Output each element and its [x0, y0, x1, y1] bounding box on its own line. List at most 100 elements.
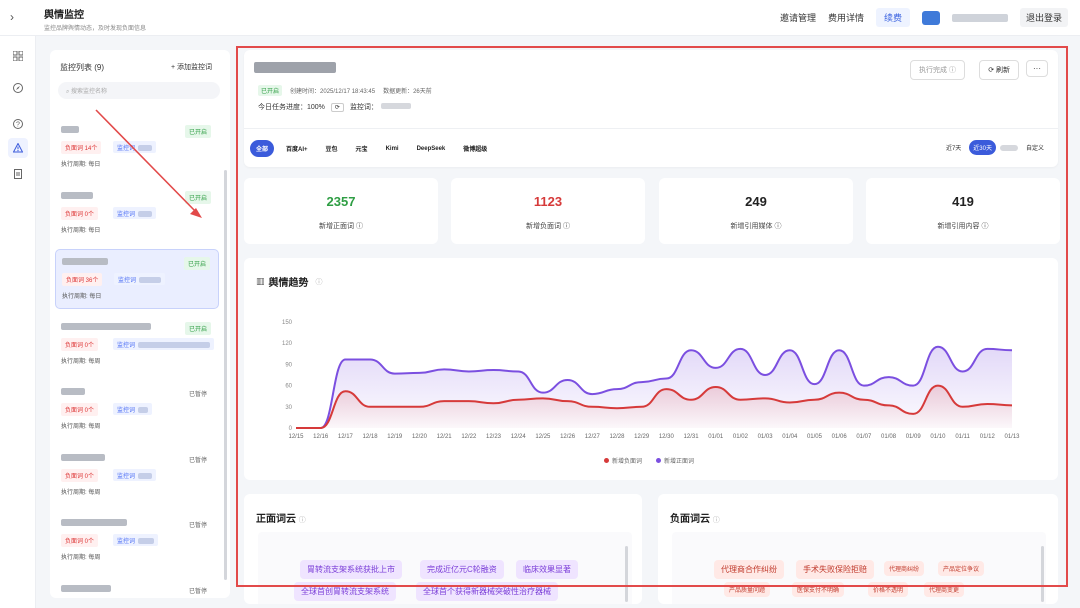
legend-positive[interactable]: 新增正面词	[656, 456, 694, 465]
search-input[interactable]: ⌕ 搜索监控名称	[58, 82, 220, 99]
negative-tag[interactable]: 产品定位争议	[938, 561, 985, 576]
stat-card: 2357 新增正面词 ⓘ	[244, 178, 438, 244]
annotation-arrow	[95, 109, 202, 218]
monitor-card[interactable]: 已开启负面词 36个 监控词执行周期: 每日	[55, 249, 219, 309]
date-range-tabs: 近7天 近30天 自定义	[942, 140, 1048, 155]
period-text: 执行周期: 每周	[61, 555, 101, 561]
negative-tag[interactable]: 产品质量问题	[724, 582, 771, 597]
expand-sidebar-icon[interactable]: ›	[10, 10, 14, 24]
negative-tag[interactable]: 手术失败保险拒赔	[796, 560, 874, 579]
list-scrollbar[interactable]	[224, 170, 227, 580]
monitor-name	[61, 453, 105, 461]
x-tick-label: 01/13	[1004, 434, 1020, 440]
status-badge: 已暂停	[188, 523, 207, 529]
date-range-blurred[interactable]	[999, 144, 1018, 151]
positive-tag[interactable]: 临床效果显著	[516, 560, 578, 579]
x-tick-label: 01/05	[807, 434, 823, 440]
x-tick-label: 12/20	[412, 434, 428, 440]
more-button[interactable]: ···	[1026, 60, 1048, 77]
stat-card: 249 新增引用媒体 ⓘ	[659, 178, 853, 244]
platform-tab[interactable]: 微博超级	[457, 140, 493, 157]
document-icon[interactable]	[8, 164, 28, 184]
keyword-badge: 监控词	[113, 337, 215, 350]
platform-tabs: 全部 百度AI+ 豆包 元宝 Kimi DeepSeek 微博超级	[250, 140, 493, 157]
created-time: 创建时间：2025/12/17 18:43:45	[290, 89, 376, 95]
compass-icon[interactable]	[8, 78, 28, 98]
positive-tag[interactable]: 胃转流支架系统获批上市	[300, 560, 402, 579]
alert-icon[interactable]	[8, 138, 28, 158]
nav-invite-management[interactable]: 邀请管理	[780, 11, 816, 24]
date-range-tab[interactable]: 自定义	[1022, 140, 1048, 155]
negative-tag[interactable]: 医保支付不明确	[792, 582, 845, 597]
execution-complete-button[interactable]: 执行完成 ⓘ	[910, 60, 965, 80]
info-icon[interactable]: ⓘ	[713, 517, 720, 524]
keyword-badge: 监控词	[113, 468, 157, 481]
keyword-badge: 监控词	[114, 273, 166, 285]
negative-tag[interactable]: 代理商纠纷	[884, 561, 925, 576]
cloud-scrollbar[interactable]	[625, 546, 628, 602]
info-icon[interactable]: ⓘ	[299, 517, 306, 524]
x-tick-label: 12/16	[313, 434, 329, 440]
add-monitor-button[interactable]: + 添加监控词	[171, 62, 212, 72]
y-tick-label: 90	[285, 362, 292, 368]
monitor-detail-header: 执行完成 ⓘ ⟳ 刷新 ··· 已开启 创建时间：2025/12/17 18:4…	[244, 50, 1058, 167]
monitor-name	[61, 322, 151, 330]
negative-cloud-card: 负面词云 ⓘ 代理商合作纠纷 手术失败保险拒赔 代理商纠纷 产品定位争议 产品质…	[658, 494, 1058, 604]
y-tick-label: 150	[282, 320, 293, 326]
period-text: 执行周期: 每周	[61, 424, 101, 430]
x-tick-label: 12/22	[461, 434, 477, 440]
refresh-button[interactable]: ⟳ 刷新	[979, 60, 1019, 80]
monitor-card[interactable]: 已暂停 负面词 0个 监控词 执行周期: 每周	[55, 446, 219, 506]
x-tick-label: 12/21	[437, 434, 453, 440]
monitor-card[interactable]: 已开启 负面词 0个 监控词 执行周期: 每周	[55, 315, 219, 375]
trend-card: ▥ 舆情趋势 ⓘ 0 30 60 90 120 150 12/15 12/16 12/17 12/…	[244, 258, 1058, 480]
period-text: 执行周期: 每周	[61, 489, 101, 496]
platform-tab[interactable]: 全部	[250, 140, 275, 157]
monitor-card[interactable]: 已暂停 负面词 0个 监控词 执行周期: 每周	[55, 511, 219, 571]
x-tick-label: 01/07	[856, 434, 872, 440]
positive-tag[interactable]: 全球首个获得新器械突破性治疗器械	[416, 582, 558, 601]
keyword-badge: 监控词	[113, 403, 153, 415]
negative-cloud-title: 负面词云 ⓘ	[670, 514, 720, 525]
platform-tab[interactable]: 百度AI+	[280, 140, 314, 157]
top-nav: 邀请管理 费用详情 续费 退出登录	[780, 8, 1068, 27]
status-badge: 已开启	[183, 257, 210, 270]
monitor-card[interactable]: 已暂停 负面词 0个 监控词 执行周期: 每周	[55, 380, 219, 440]
search-placeholder: 搜索监控名称	[71, 89, 108, 95]
legend-negative[interactable]: 新增负面词	[604, 456, 642, 465]
positive-tag[interactable]: 全球首创胃转流支架系统	[294, 582, 396, 601]
platform-tab[interactable]: Kimi	[380, 142, 405, 156]
logout-button[interactable]: 退出登录	[1019, 8, 1068, 27]
platform-tab[interactable]: DeepSeek	[411, 142, 452, 156]
nav-billing-details[interactable]: 费用详情	[828, 11, 864, 24]
negative-count-badge: 负面词 36个	[62, 273, 103, 286]
positive-tag[interactable]: 完成近亿元C轮融资	[420, 560, 504, 579]
monitor-name	[62, 258, 108, 265]
icon-rail: ?	[0, 36, 36, 608]
negative-tag[interactable]: 代理商合作纠纷	[714, 560, 784, 579]
trend-chart: 0 30 60 90 120 150 12/15 12/16 12/17 12/18 12/19 12…	[282, 320, 1020, 440]
monitor-name	[61, 519, 127, 526]
x-tick-label: 01/03	[758, 434, 774, 440]
negative-tag[interactable]: 价格不透明	[868, 582, 909, 597]
divider	[244, 128, 1058, 129]
grid-icon[interactable]	[8, 46, 28, 66]
platform-tab[interactable]: 元宝	[350, 140, 374, 157]
refresh-progress-icon[interactable]: ⟳	[330, 102, 344, 112]
cloud-scrollbar[interactable]	[1041, 546, 1044, 602]
negative-tag[interactable]: 代理商变更	[924, 582, 965, 597]
x-tick-label: 01/06	[832, 434, 848, 440]
date-range-tab[interactable]: 近7天	[942, 140, 965, 155]
task-progress: 今日任务进度：100% ⟳ 监控词：	[258, 102, 411, 112]
renew-button[interactable]: 续费	[875, 8, 910, 27]
status-badge: 已暂停	[188, 457, 207, 464]
help-icon[interactable]: ?	[8, 114, 28, 134]
stat-label: 新增引用内容 ⓘ	[937, 223, 989, 230]
platform-tab[interactable]: 豆包	[320, 140, 344, 157]
monitor-card[interactable]: 已暂停	[55, 577, 219, 599]
date-range-tab[interactable]: 近30天	[969, 140, 996, 155]
username[interactable]	[951, 13, 1008, 22]
x-tick-label: 01/12	[980, 434, 996, 440]
period-text: 执行周期: 每日	[62, 294, 102, 300]
avatar[interactable]	[921, 10, 940, 25]
